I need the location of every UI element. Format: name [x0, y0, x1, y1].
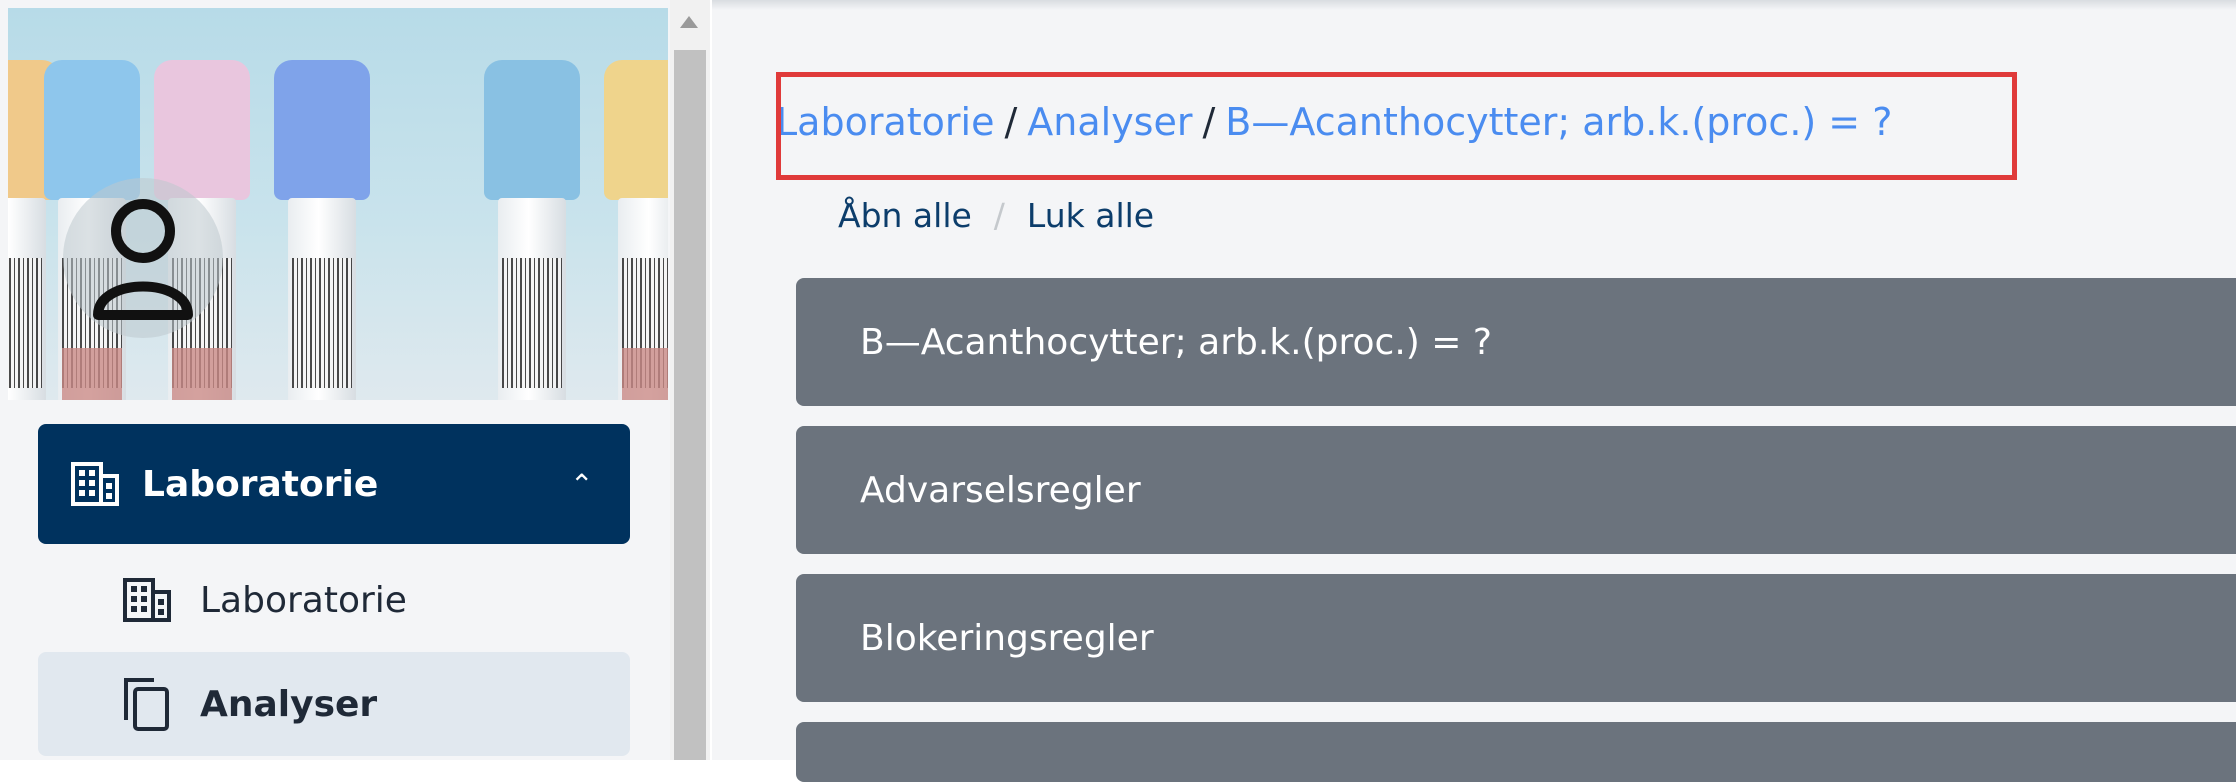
sidebar-nav: Laboratorie ⌃ Laboratorie Analyser [38, 424, 630, 756]
user-icon [93, 199, 193, 320]
scrollbar-thumb[interactable] [674, 50, 706, 760]
highlight-box [776, 72, 2017, 180]
header-shadow [712, 0, 2236, 10]
sidebar-item-label: Laboratorie [200, 579, 407, 621]
sidebar-item-laboratorie[interactable]: Laboratorie [38, 548, 630, 652]
header-photo [8, 8, 668, 400]
expand-toggles: Åbn alle / Luk alle [838, 196, 1154, 235]
copy-icon [124, 678, 169, 731]
sidebar-group-laboratorie[interactable]: Laboratorie ⌃ [38, 424, 630, 544]
scroll-up-arrow-icon[interactable] [680, 16, 698, 28]
panel-title: Advarselsregler [860, 469, 1141, 511]
close-all-link[interactable]: Luk alle [1027, 196, 1154, 235]
chevron-up-icon[interactable]: ⌃ [570, 468, 630, 501]
sidebar-item-label: Analyser [200, 683, 378, 725]
building-icon [123, 578, 171, 622]
main-content: Laboratorie / Analyser / B—Acanthocytter; ar… [712, 0, 2236, 782]
building-icon [71, 462, 119, 506]
panel-title: B—Acanthocytter; arb.k.(proc.) = ? [860, 321, 1492, 363]
sidebar-group-label: Laboratorie [142, 463, 379, 505]
sidebar-scrollbar[interactable] [670, 0, 710, 760]
panel-title: Blokeringsregler [860, 617, 1154, 659]
accordion-panel-analysis[interactable]: B—Acanthocytter; arb.k.(proc.) = ? [796, 278, 2236, 406]
sidebar: Laboratorie ⌃ Laboratorie Analyser [0, 0, 670, 760]
sidebar-item-analyser[interactable]: Analyser [38, 652, 630, 756]
avatar[interactable] [63, 178, 223, 338]
photo-tube [274, 48, 370, 400]
accordion-panel-blokeringsregler[interactable]: Blokeringsregler [796, 574, 2236, 702]
photo-tube [484, 48, 580, 400]
photo-tube [604, 48, 668, 400]
toggle-divider: / [993, 196, 1005, 235]
accordion-panel-partial[interactable] [796, 722, 2236, 782]
accordion-panel-advarselsregler[interactable]: Advarselsregler [796, 426, 2236, 554]
open-all-link[interactable]: Åbn alle [838, 196, 972, 235]
